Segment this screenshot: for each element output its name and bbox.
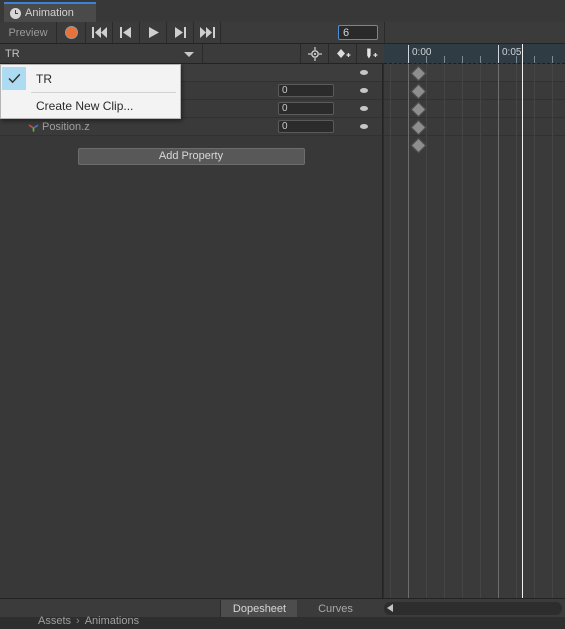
step-forward-icon [174,27,186,38]
ruler-minor-tick [552,56,553,63]
clip-selector-label: TR [5,48,20,60]
ruler-minor-tick [462,56,463,63]
target-filter-icon [308,47,322,61]
status-strip: Assets › Animations [0,617,565,629]
tab-animation-label: Animation [25,7,74,19]
row-divider [384,135,565,136]
add-keyframe-icon [335,47,351,61]
keyframe-toggle-dot[interactable] [360,124,368,129]
row-divider [384,81,565,82]
add-event-button[interactable] [357,44,385,63]
clip-toolbar-filler [203,44,301,63]
next-frame-button[interactable] [167,22,194,43]
axis-gizmo-icon [28,122,39,132]
record-button[interactable] [57,22,86,43]
tab-curves-label: Curves [318,603,353,615]
ruler-major-tick [498,45,499,63]
horizontal-scrollbar[interactable] [384,602,562,615]
grid-line [480,64,481,598]
add-property-label: Add Property [159,150,223,162]
property-value-field[interactable]: 0 [278,102,334,115]
ruler-label: 0:05 [502,47,521,58]
ruler-minor-tick [444,56,445,63]
add-keyframe-button[interactable] [329,44,357,63]
checkmark-icon [2,67,26,90]
chevron-down-icon [184,52,194,57]
toolbar-right-filler [385,22,565,43]
add-property-row: Add Property [0,136,382,176]
grid-line [426,64,427,598]
tab-dopesheet[interactable]: Dopesheet [220,600,299,617]
ruler-minor-tick [480,56,481,63]
breadcrumb-separator: › [76,615,80,627]
grid-line [462,64,463,598]
property-value-field[interactable]: 0 [278,120,334,133]
property-value-field[interactable]: 0 [278,84,334,97]
keyframe-diamond[interactable] [411,120,427,136]
dopesheet-grid[interactable] [384,64,565,598]
ruler-minor-tick [534,56,535,63]
breadcrumb-item-animations[interactable]: Animations [85,615,139,627]
step-back-icon [120,27,132,38]
clip-selector-dropdown[interactable]: TR [0,44,203,63]
keyframe-diamond[interactable] [411,138,427,154]
property-list-panel: 0 Position.y 0 Position.z 0 Add Property [0,64,383,598]
tab-dopesheet-label: Dopesheet [233,603,286,615]
grid-line [552,64,553,598]
breadcrumb-item-assets[interactable]: Assets [38,615,71,627]
current-frame-value: 6 [343,27,349,39]
clock-icon [10,8,21,19]
breadcrumb: Assets › Animations [38,615,139,627]
dropdown-item-tr[interactable]: TR [1,65,180,92]
dopesheet-timeline[interactable]: 0:00 0:05 [384,44,565,598]
play-icon [148,27,159,38]
filter-button[interactable] [301,44,329,63]
record-icon [65,26,78,39]
property-label: Position.z [42,118,90,135]
add-property-button[interactable]: Add Property [78,148,305,165]
animation-toolbar: Preview 6 [0,22,565,44]
keyframe-diamond[interactable] [411,102,427,118]
play-button[interactable] [140,22,167,43]
dropdown-item-create-new-clip[interactable]: Create New Clip... [1,92,180,119]
skip-to-end-icon [200,27,215,38]
add-event-icon [363,47,379,61]
grid-line [444,64,445,598]
current-frame-input[interactable]: 6 [338,25,378,40]
preview-label: Preview [8,27,47,39]
keyframe-diamond[interactable] [411,84,427,100]
grid-line [516,64,517,598]
keyframe-toggle-dot[interactable] [360,70,368,75]
grid-line [534,64,535,598]
clip-dropdown-menu[interactable]: TR Create New Clip... [0,64,181,119]
grid-line [390,64,391,598]
grid-line-major [408,64,409,598]
keyframe-toggle-dot[interactable] [360,88,368,93]
previous-frame-button[interactable] [113,22,140,43]
dropdown-item-label: Create New Clip... [36,99,133,113]
timeline-ruler[interactable]: 0:00 0:05 [384,44,565,64]
first-frame-button[interactable] [86,22,113,43]
tab-curves[interactable]: Curves [297,600,374,617]
ruler-label: 0:00 [412,47,431,58]
last-frame-button[interactable] [194,22,221,43]
ruler-minor-tick [426,56,427,63]
preview-button[interactable]: Preview [0,22,57,43]
window-tab-bar: Animation [0,0,565,22]
keyframe-toggle-dot[interactable] [360,106,368,111]
property-row[interactable]: Position.z 0 [0,118,382,136]
scroll-left-arrow-icon[interactable] [387,604,393,612]
row-divider [384,117,565,118]
grid-line-major [498,64,499,598]
ruler-major-tick [408,45,409,63]
row-divider [384,99,565,100]
playhead-line[interactable] [522,44,523,598]
ruler-minor-tick [516,56,517,63]
tab-animation[interactable]: Animation [4,2,96,22]
skip-to-start-icon [92,27,107,38]
dropdown-item-label: TR [36,72,52,86]
frame-field-area: 6 [221,22,385,43]
